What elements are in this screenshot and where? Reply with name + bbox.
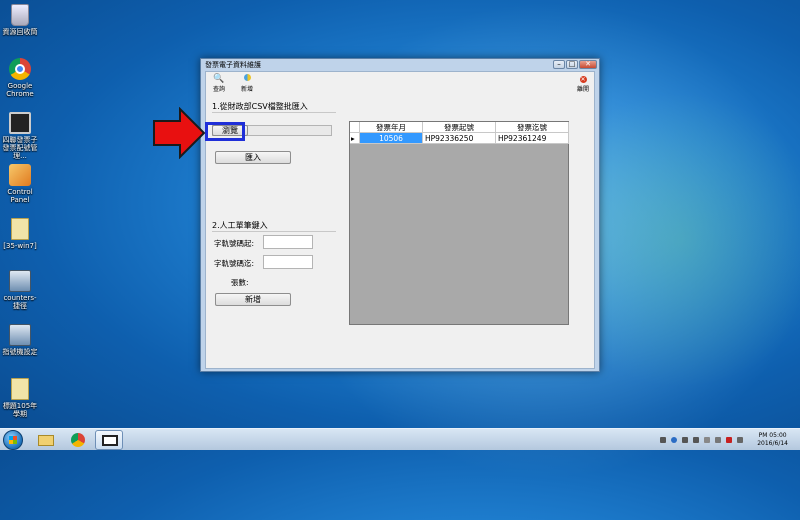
- desktop-icon-semester-file[interactable]: 標題105年學期: [0, 378, 40, 418]
- grid-header-end-no[interactable]: 發票迄號: [496, 122, 569, 133]
- desktop-icon-label: 資源回收筒: [2, 28, 38, 36]
- grid-header-start-no[interactable]: 發票起號: [423, 122, 496, 133]
- tray-network-icon[interactable]: [715, 437, 721, 443]
- grid-cell-end-no[interactable]: HP92361249: [496, 133, 569, 144]
- manual-entry-section-title: 2.人工單筆鍵入: [212, 221, 268, 230]
- taskbar-explorer[interactable]: [32, 430, 60, 450]
- file-icon: [11, 218, 29, 240]
- desktop-icon-chrome[interactable]: Google Chrome: [0, 58, 40, 98]
- clock-time: PM 05:00: [758, 432, 787, 439]
- end-number-input[interactable]: [263, 255, 313, 269]
- desktop-icon-label: 標題105年學期: [2, 402, 38, 418]
- invoice-maintenance-window: 發票電子資料維護 – □ ✕ 🔍 查詢 新增 ✕ 離開 1.從財政部CSV檔整批…: [200, 58, 600, 372]
- import-button[interactable]: 匯入: [215, 151, 291, 164]
- desktop-icon-invoice-manager[interactable]: 四聯發票子發票配號管理...: [0, 112, 40, 160]
- desktop-icon-recycle-bin[interactable]: 資源回收筒: [0, 4, 40, 36]
- app-shortcut-icon: [9, 270, 31, 292]
- window-client-area: 🔍 查詢 新增 ✕ 離開 1.從財政部CSV檔整批匯入 瀏覽 匯入 2.人工單筆…: [205, 71, 595, 369]
- chrome-icon: [9, 58, 31, 80]
- window-titlebar[interactable]: 發票電子資料維護 – □ ✕: [201, 59, 599, 71]
- invoice-grid[interactable]: 發票年月 發票起號 發票迄號 ▸ 10506 HP92336250 HP9236…: [349, 121, 569, 325]
- desktop-icon-label: counters-捷徑: [3, 294, 37, 310]
- exit-button[interactable]: ✕ 離開: [572, 74, 594, 93]
- add-icon: [243, 74, 251, 81]
- tray-flag-icon[interactable]: [704, 437, 710, 443]
- search-icon: 🔍: [213, 74, 225, 84]
- control-panel-icon: [9, 164, 31, 186]
- desktop-icon-label: [35-win7]: [3, 242, 37, 250]
- start-number-input[interactable]: [263, 235, 313, 249]
- recycle-bin-icon: [11, 4, 29, 26]
- chrome-icon: [71, 433, 85, 447]
- monitor-app-icon: [9, 112, 31, 134]
- grid-cell-year-month[interactable]: 10506: [360, 133, 423, 144]
- add-toolbar-button[interactable]: 新增: [236, 74, 258, 93]
- search-button[interactable]: 🔍 查詢: [208, 74, 230, 93]
- tray-input-icon[interactable]: [693, 437, 699, 443]
- add-record-button[interactable]: 新增: [215, 293, 291, 306]
- exit-button-label: 離開: [576, 86, 589, 93]
- desktop-icon-control-panel[interactable]: Control Panel: [0, 164, 40, 204]
- section-divider: [212, 231, 336, 232]
- taskbar-invoice-app[interactable]: [95, 430, 123, 450]
- taskbar-chrome[interactable]: [64, 430, 92, 450]
- desktop-icon-label: 四聯發票子發票配號管理...: [2, 136, 38, 160]
- grid-header-year-month[interactable]: 發票年月: [360, 122, 423, 133]
- red-arrow-icon: [153, 107, 206, 159]
- app-window-icon: [102, 435, 118, 446]
- taskbar: PM 05:00 2016/6/14: [0, 428, 800, 450]
- grid-cell-start-no[interactable]: HP92336250: [423, 133, 496, 144]
- tray-security-icon[interactable]: [726, 437, 732, 443]
- window-title: 發票電子資料維護: [205, 61, 261, 69]
- start-button[interactable]: [3, 430, 23, 450]
- desktop-icon-label: 指號機設定: [2, 348, 38, 356]
- count-label: 張數:: [231, 278, 249, 287]
- clock-date: 2016/6/14: [757, 440, 788, 447]
- desktop-icon-number-machine[interactable]: 指號機設定: [0, 324, 40, 356]
- file-icon: [11, 378, 29, 400]
- app-shortcut-icon: [9, 324, 31, 346]
- exit-icon: ✕: [579, 76, 587, 83]
- add-toolbar-label: 新增: [240, 86, 253, 93]
- row-indicator[interactable]: ▸: [350, 133, 360, 144]
- desktop-icon-counters[interactable]: counters-捷徑: [0, 270, 40, 310]
- tray-keyboard-icon[interactable]: [682, 437, 688, 443]
- grid-corner-header: [350, 122, 360, 133]
- desktop-icon-label: Google Chrome: [6, 82, 34, 98]
- system-clock[interactable]: PM 05:00 2016/6/14: [757, 432, 788, 448]
- windows-logo-icon: [9, 436, 17, 444]
- close-button[interactable]: ✕: [579, 60, 597, 69]
- tray-help-icon[interactable]: [671, 437, 677, 443]
- tray-arrow-icon[interactable]: [660, 437, 666, 443]
- minimize-button[interactable]: –: [553, 60, 565, 69]
- tray-volume-icon[interactable]: [737, 437, 743, 443]
- maximize-button[interactable]: □: [566, 60, 578, 69]
- start-number-label: 字軌號碼起:: [214, 239, 255, 248]
- section-divider: [212, 112, 336, 113]
- desktop-icon-label: Control Panel: [7, 188, 33, 204]
- csv-import-section-title: 1.從財政部CSV檔整批匯入: [212, 102, 308, 111]
- folder-icon: [38, 435, 54, 446]
- browse-highlight-box: [205, 122, 245, 141]
- search-button-label: 查詢: [212, 86, 225, 93]
- desktop-icon-win7-file[interactable]: [35-win7]: [0, 218, 40, 250]
- end-number-label: 字軌號碼迄:: [214, 259, 255, 268]
